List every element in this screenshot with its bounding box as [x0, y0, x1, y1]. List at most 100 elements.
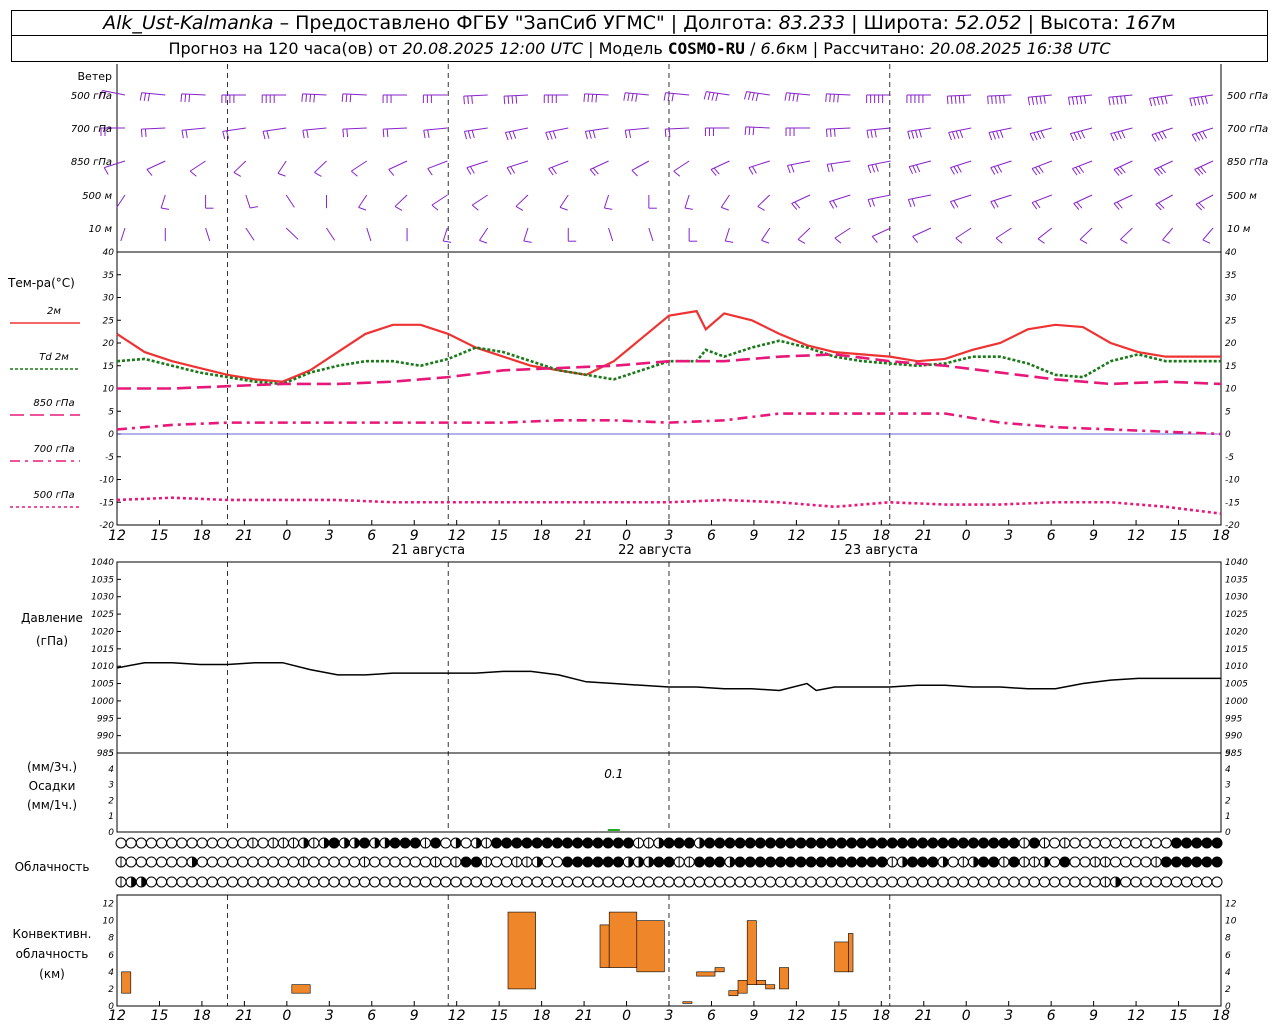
cloud-symbol: [744, 876, 756, 888]
conv-ytick-right: 2: [1225, 985, 1231, 995]
wind-barb-feather: [1075, 96, 1079, 105]
wind-barb-feather: [631, 169, 638, 177]
wind-barb-feather: [103, 167, 109, 175]
cloud-symbol: [785, 876, 797, 888]
cloud-symbol: [622, 876, 634, 888]
wind-barb-feather: [1043, 95, 1046, 104]
wind-barb-feather: [479, 239, 488, 244]
wind-barb-feather: [953, 166, 959, 174]
cloud-symbol: [145, 837, 157, 849]
wind-level-label-right: 850 гПа: [1227, 157, 1268, 168]
wind-barb-feather: [834, 237, 842, 244]
wind-barb: [431, 194, 448, 206]
wind-barb-feather: [1069, 133, 1075, 142]
temp-legend-label: 500 гПа: [33, 490, 74, 501]
time-tick-label: 0: [282, 528, 291, 544]
cloud-symbol: [785, 856, 797, 868]
temp-ytick-right: 40: [1225, 248, 1237, 258]
wind-barb: [909, 160, 932, 168]
cloud-symbol: [409, 837, 421, 849]
time-tick-label: 12: [787, 1008, 805, 1024]
conv-title-3: (км): [39, 967, 65, 981]
wind-barb-feather: [508, 131, 513, 140]
wind-barb-feather: [1116, 96, 1119, 105]
temp-ytick-right: 35: [1225, 271, 1237, 281]
wind-barb-feather: [1191, 134, 1197, 142]
time-tick-label: 15: [1170, 528, 1188, 544]
wind-barb: [471, 194, 488, 206]
cloud-symbol: [663, 856, 675, 868]
cloud-symbol: [846, 856, 858, 868]
wind-barb-feather: [829, 128, 832, 137]
temp-ytick: 30: [103, 294, 115, 304]
precip-ytick: 4: [108, 765, 114, 775]
wind-barb-feather: [744, 126, 747, 135]
cloud-symbol: [957, 876, 969, 888]
cloud-symbol: [734, 876, 746, 888]
wind-barb-feather: [1035, 201, 1041, 209]
cloud-symbol: [206, 856, 218, 868]
wind-barb-feather: [990, 167, 996, 175]
wind-barb-feather: [748, 126, 751, 136]
wind-barb-feather: [748, 167, 754, 175]
wind-barb: [314, 160, 327, 173]
cloud-symbol: [643, 876, 655, 888]
precip-ytick-right: 1: [1225, 812, 1231, 822]
cloud-symbol: [1191, 856, 1203, 868]
cloud-symbol: [511, 876, 523, 888]
wind-barb-feather: [358, 206, 367, 211]
wind-barb-feather: [871, 236, 878, 243]
cloud-symbol: [795, 837, 807, 849]
time-tick-label: 18: [872, 1008, 890, 1024]
cloud-symbol: [836, 856, 848, 868]
wind-barb-feather: [711, 92, 715, 101]
wind-barb: [463, 94, 488, 97]
wind-barb: [866, 127, 891, 131]
temp-ytick: 0: [108, 430, 114, 440]
wind-barb: [285, 227, 299, 240]
cloud-symbol: [967, 876, 979, 888]
precip-ytick: 3: [108, 781, 114, 791]
wind-barb-feather: [1120, 96, 1123, 105]
wind-barb-feather: [684, 207, 693, 210]
pressure-ytick-right: 1000: [1225, 697, 1248, 707]
temp-ytick-right: 20: [1225, 339, 1237, 349]
cloud-symbol: [602, 837, 614, 849]
cloud-symbol: [490, 837, 502, 849]
wind-barb-feather: [1200, 96, 1204, 105]
cloud-symbol: [399, 837, 411, 849]
wind-barb-feather: [826, 164, 830, 173]
wind-barb-feather: [1195, 133, 1201, 141]
wind-barb-feather: [313, 94, 316, 103]
cloud-symbol: [775, 837, 787, 849]
wind-barb-feather: [467, 130, 471, 139]
cloud-symbol: [501, 856, 513, 868]
conv-ytick: 12: [103, 900, 115, 910]
cloud-symbol: [460, 876, 472, 888]
cloud-symbol: [379, 856, 391, 868]
cloud-symbol: [714, 856, 726, 868]
cloud-symbol: [1170, 856, 1182, 868]
wind-barb: [724, 227, 730, 242]
wind-barb-feather: [796, 93, 799, 102]
wind-barb-feather: [551, 167, 557, 175]
cloud-symbol: [1049, 876, 1061, 888]
temp-ytick-right: 30: [1225, 294, 1237, 304]
cloud-symbol: [967, 837, 979, 849]
wind-barb-feather: [1035, 167, 1041, 175]
cloud-symbol: [399, 876, 411, 888]
cloud-symbol: [551, 837, 563, 849]
conv-ytick: 0: [108, 1002, 114, 1012]
wind-barb-feather: [184, 93, 187, 103]
wind-barb-feather: [512, 130, 517, 139]
meteogram-chart: 0.1 121215151818212100336699121215151818…: [7, 64, 1268, 1024]
wind-barb: [912, 227, 932, 237]
time-tick-label: 21: [915, 528, 933, 544]
wind-barb: [761, 227, 771, 241]
wind-barb-feather: [635, 93, 638, 102]
wind-barb-feather: [139, 92, 143, 101]
pressure-ytick: 1020: [91, 627, 114, 637]
wind-barb-feather: [987, 96, 989, 105]
cloud-symbol: [1049, 837, 1061, 849]
cloud-symbol: [348, 856, 360, 868]
